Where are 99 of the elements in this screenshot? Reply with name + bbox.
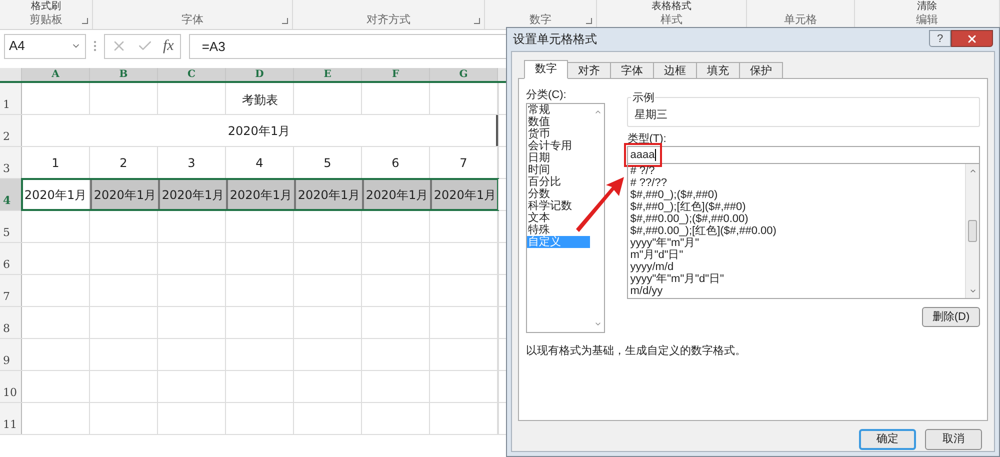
tab[interactable]: 对齐 [567,62,611,79]
table-cell[interactable]: 1 [22,147,90,178]
category-label: 分类(C): [526,88,568,102]
table-cell[interactable]: 6 [362,147,430,178]
launcher-icon[interactable] [82,18,88,24]
close-icon [966,32,978,44]
format-item[interactable]: $#,##0_);($#,##0) [630,189,718,201]
scroll-up-icon[interactable] [594,108,602,116]
row-header[interactable]: 5 [0,211,22,242]
format-item[interactable]: # ??/?? [630,177,667,189]
annotation-arrow [576,177,624,232]
cancel-button[interactable]: 取消 [925,429,982,450]
format-item[interactable]: $#,##0.00_);($#,##0.00) [630,213,748,225]
table-cell[interactable]: 2 [90,147,158,178]
scroll-thumb[interactable] [968,220,977,242]
category-item[interactable]: 科学记数 [527,200,590,212]
column-header[interactable]: C [158,68,226,81]
ribbon-group-label: 编辑 [916,13,938,28]
description-text: 以现有格式为基础，生成自定义的数字格式。 [526,344,747,359]
close-button[interactable] [951,30,993,47]
ribbon-group-label: 字体 [182,13,204,28]
format-item[interactable]: m"月"d"日" [630,249,684,261]
insert-function-button[interactable]: fx [163,34,174,58]
type-field[interactable]: aaaa [627,146,980,164]
row-header[interactable]: 7 [0,275,22,306]
category-item[interactable]: 时间 [527,164,590,176]
category-item[interactable]: 分数 [527,188,590,200]
row-header[interactable]: 9 [0,339,22,370]
format-list[interactable]: # ?/? # ??/?? $#,##0_);($#,##0) $#,##0_);[红色]($#,##0) $#,##0.00_);($#,##0.00) $#,##0.00_);[红色]($#,##0.00) yyyy"年"m"月" m"月"d"日" yyyy/m/d yyyy"年"m"月"d"日" m/d/yy [627,164,980,299]
ribbon-group-label: 样式 [660,13,682,28]
table-cell[interactable]: 2020年1月 [430,179,498,210]
format-item[interactable]: # ?/? [630,165,655,177]
launcher-icon[interactable] [282,18,288,24]
column-header[interactable]: F [362,68,430,81]
category-item[interactable]: 货币 [527,128,590,140]
format-item[interactable]: $#,##0.00_);[红色]($#,##0.00) [630,225,776,237]
format-item[interactable]: yyyy"年"m"月" [630,237,700,249]
table-cell[interactable]: 2020年1月 [226,179,294,210]
table-cell[interactable]: 2020年1月 [362,179,430,210]
row-header[interactable]: 1 [0,83,22,114]
tab[interactable]: 保护 [739,62,783,79]
launcher-icon[interactable] [586,18,592,24]
ok-button[interactable]: 确定 [859,429,916,450]
row-header[interactable]: 10 [0,371,22,402]
ribbon-command[interactable]: 格式刷 [31,1,61,12]
row-header[interactable]: 4 [0,179,22,210]
column-header[interactable]: G [430,68,498,81]
table-cell[interactable]: 2020年1月 [90,179,158,210]
table-cell[interactable]: 5 [294,147,362,178]
sample-value: 星期三 [634,108,668,123]
column-header[interactable]: A [22,68,90,81]
tab[interactable]: 字体 [610,62,654,79]
tab[interactable]: 边框 [653,62,697,79]
category-item[interactable]: 数值 [527,116,590,128]
launcher-icon[interactable] [474,18,480,24]
format-item[interactable]: m/d/yy [630,285,663,297]
scroll-up-icon[interactable] [968,167,976,175]
merged-cell[interactable]: 2020年1月 [22,115,498,146]
scroll-bar[interactable] [965,164,979,298]
tab[interactable]: 数字 [524,60,568,79]
highlight-box [624,143,662,167]
format-item[interactable]: $#,##0_);[红色]($#,##0) [630,201,746,213]
table-cell[interactable]: 2020年1月 [22,179,90,210]
ribbon-group-label: 单元格 [784,13,817,28]
tab[interactable]: 填充 [696,62,740,79]
row-header[interactable]: 3 [0,147,22,178]
sheet-title: 考勤表 [241,92,279,109]
category-item[interactable]: 会计专用 [527,140,590,152]
table-cell[interactable]: 7 [430,147,498,178]
column-header[interactable]: B [90,68,158,81]
ribbon-group-label: 剪贴板 [30,13,62,28]
row-header[interactable]: 2 [0,115,22,146]
format-item[interactable]: yyyy"年"m"月"d"日" [630,273,724,285]
ribbon-command[interactable]: 清除 [917,1,937,12]
row-header[interactable]: 8 [0,307,22,338]
row-header[interactable]: 11 [0,403,22,434]
table-cell[interactable]: 4 [226,147,294,178]
window-title: 设置单元格格式 [513,30,597,48]
ribbon-command[interactable]: 表格格式 [652,1,692,12]
format-item[interactable]: yyyy/m/d [630,261,674,273]
ribbon-group-label: 对齐方式 [366,13,410,28]
category-item[interactable]: 文本 [527,212,590,224]
column-header[interactable]: D [226,68,294,81]
category-item[interactable]: 百分比 [527,176,590,188]
column-header[interactable]: E [294,68,362,81]
table-cell[interactable]: 2020年1月 [294,179,362,210]
row-header[interactable]: 6 [0,243,22,274]
category-item[interactable]: 特殊 [527,224,590,236]
table-cell[interactable]: 3 [158,147,226,178]
help-button[interactable]: ? [929,30,951,47]
table-cell[interactable]: 2020年1月 [158,179,226,210]
category-item[interactable]: 日期 [527,152,590,164]
name-box[interactable]: A4 [4,34,86,58]
category-item[interactable]: 常规 [527,104,590,116]
scroll-down-icon[interactable] [594,320,602,328]
text-cursor [654,149,656,161]
ribbon-group-label: 数字 [530,13,552,28]
delete-button[interactable]: 删除(D) [922,307,980,327]
scroll-down-icon[interactable] [968,287,976,295]
